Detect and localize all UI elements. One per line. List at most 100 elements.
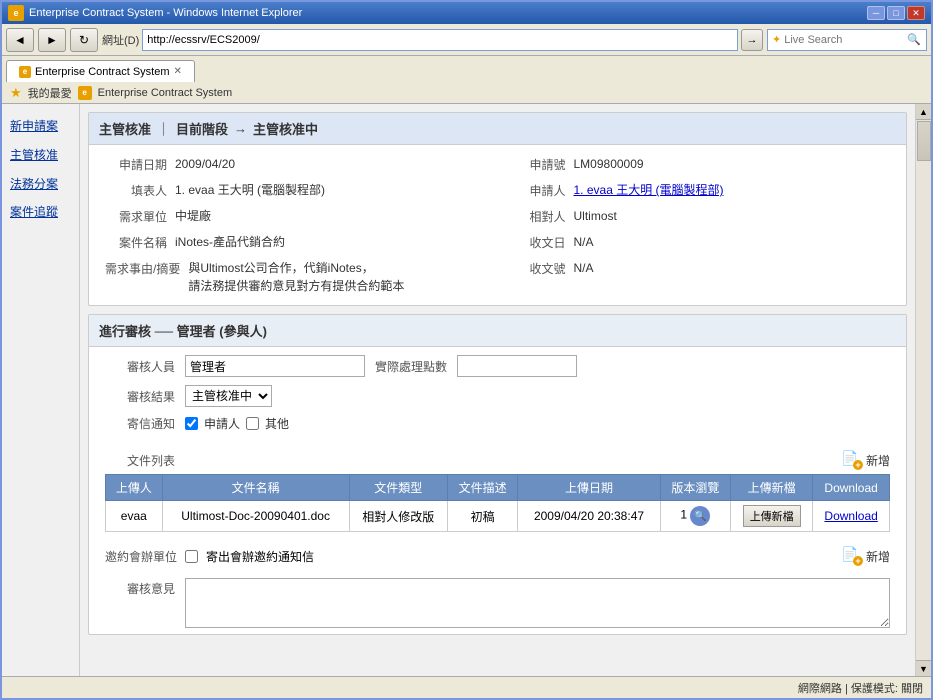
doc-add-label: 新增 bbox=[866, 452, 890, 469]
stage-label: 目前階段 bbox=[176, 119, 228, 138]
tab-close-icon[interactable]: ✕ bbox=[174, 66, 182, 77]
scroll-down-button[interactable]: ▼ bbox=[916, 660, 932, 676]
receive-date-label: 收文日 bbox=[504, 233, 574, 251]
favorites-bar: ★ 我的最愛 e Enterprise Contract System bbox=[2, 82, 931, 104]
form-grid: 申請日期 2009/04/20 申請號 LM09800009 填表人 1. ev… bbox=[89, 145, 906, 305]
notify-other-label: 其他 bbox=[265, 415, 289, 432]
live-search-icon: ✦ bbox=[772, 33, 781, 46]
apply-num-value: LM09800009 bbox=[574, 155, 644, 173]
doc-add-button[interactable]: 📄 + 新增 bbox=[841, 450, 890, 470]
apply-num-label: 申請號 bbox=[504, 155, 574, 173]
doc-table-header-row: 上傳人 文件名稱 文件類型 文件描述 上傳日期 版本瀏覽 上傳新檔 Downlo… bbox=[106, 475, 890, 501]
refresh-button[interactable]: ↻ bbox=[70, 28, 98, 52]
sidebar-item-case-tracking[interactable]: 案件追蹤 bbox=[2, 198, 79, 227]
address-label: 網址(D) bbox=[102, 32, 139, 48]
applicant-label: 申請人 bbox=[504, 181, 574, 199]
tabs-bar: e Enterprise Contract System ✕ bbox=[2, 56, 931, 82]
title-bar: e Enterprise Contract System - Windows I… bbox=[2, 2, 931, 24]
status-right: 網際網路 | 保護模式: 關閉 bbox=[798, 680, 923, 696]
scroll-track bbox=[916, 120, 931, 660]
counterpart-value: Ultimost bbox=[574, 207, 617, 225]
notify-label: 寄信通知 bbox=[105, 415, 175, 432]
doc-table-row: evaa Ultimost-Doc-20090401.doc 相對人修改版 初稿… bbox=[106, 501, 890, 532]
case-name-value: iNotes-產品代銷合約 bbox=[175, 233, 285, 251]
notify-applicant-checkbox[interactable] bbox=[185, 417, 198, 430]
applicant-cell: 申請人 1. evaa 王大明 (電腦製程部) bbox=[498, 177, 897, 203]
forward-button[interactable]: ► bbox=[38, 28, 66, 52]
notify-checkboxes: 申請人 其他 bbox=[185, 415, 289, 432]
cell-upload-new: 上傳新檔 bbox=[731, 501, 813, 532]
invite-add-button[interactable]: 📄 + 新增 bbox=[841, 546, 890, 566]
sidebar-item-new-application[interactable]: 新申請案 bbox=[2, 112, 79, 141]
audit-person-input[interactable] bbox=[185, 355, 365, 377]
comment-label: 審核意見 bbox=[105, 578, 175, 597]
tab-favicon: e bbox=[19, 66, 31, 78]
applicant-value[interactable]: 1. evaa 王大明 (電腦製程部) bbox=[574, 181, 724, 199]
audit-result-select[interactable]: 主管核准中 核准 退回 bbox=[185, 385, 272, 407]
notify-other-checkbox[interactable] bbox=[246, 417, 259, 430]
sidebar-item-legal-assignment[interactable]: 法務分案 bbox=[2, 170, 79, 199]
apply-date-value: 2009/04/20 bbox=[175, 155, 235, 173]
address-input[interactable] bbox=[142, 29, 738, 51]
section2-title: 進行審核 ── 管理者 (參與人) bbox=[99, 324, 267, 339]
invite-add-icon: 📄 + bbox=[841, 546, 863, 566]
approval-section: 主管核准 ｜ 目前階段 → 主管核准中 申請日期 2009/04/20 bbox=[88, 112, 907, 306]
reason-cell: 需求事由/摘要 與Ultimost公司合作，代銷iNotes， 請法務提供審約意… bbox=[99, 255, 498, 299]
minimize-button[interactable]: ─ bbox=[867, 6, 885, 20]
audit-person-label: 審核人員 bbox=[105, 358, 175, 375]
close-button[interactable]: ✕ bbox=[907, 6, 925, 20]
dept-value: 中堤廠 bbox=[175, 207, 211, 225]
apply-num-cell: 申請號 LM09800009 bbox=[498, 151, 897, 177]
invite-label: 邀約會辦單位 bbox=[105, 548, 177, 565]
sidebar-item-supervisor-approval[interactable]: 主管核准 bbox=[2, 141, 79, 170]
receive-num-value: N/A bbox=[574, 259, 594, 277]
apply-date-label: 申請日期 bbox=[105, 155, 175, 173]
cell-uploader: evaa bbox=[106, 501, 163, 532]
cell-filename: Ultimost-Doc-20090401.doc bbox=[162, 501, 349, 532]
search-button[interactable]: 🔍 bbox=[907, 33, 921, 46]
favorites-label[interactable]: 我的最愛 bbox=[28, 85, 72, 101]
version-view-icon[interactable]: 🔍 bbox=[690, 506, 710, 526]
col-version: 版本瀏覽 bbox=[660, 475, 731, 501]
dept-cell: 需求單位 中堤廠 bbox=[99, 203, 498, 229]
receive-num-cell: 收文號 N/A bbox=[498, 255, 897, 299]
scroll-thumb[interactable] bbox=[917, 121, 931, 161]
go-button[interactable]: → bbox=[741, 29, 763, 51]
apply-date-cell: 申請日期 2009/04/20 bbox=[99, 151, 498, 177]
upload-new-button[interactable]: 上傳新檔 bbox=[743, 505, 801, 527]
star-icon: ★ bbox=[10, 85, 22, 101]
filler-value: 1. evaa 王大明 (電腦製程部) bbox=[175, 181, 325, 199]
score-input[interactable] bbox=[457, 355, 577, 377]
fav-ecs-link[interactable]: Enterprise Contract System bbox=[98, 87, 233, 99]
sidebar: 新申請案 主管核准 法務分案 案件追蹤 bbox=[2, 104, 80, 676]
invite-row: 邀約會辦單位 寄出會辦邀約通知信 📄 + 新增 bbox=[89, 540, 906, 572]
title-bar-left: e Enterprise Contract System - Windows I… bbox=[8, 5, 302, 21]
window-title: Enterprise Contract System - Windows Int… bbox=[29, 7, 302, 19]
comment-textarea[interactable] bbox=[185, 578, 890, 628]
download-link[interactable]: Download bbox=[824, 509, 877, 523]
page-layout: 新申請案 主管核准 法務分案 案件追蹤 主管核准 ｜ 目前階段 → 主管核准中 bbox=[2, 104, 931, 676]
tab-ecs[interactable]: e Enterprise Contract System ✕ bbox=[6, 60, 195, 82]
maximize-button[interactable]: □ bbox=[887, 6, 905, 20]
invite-checkbox[interactable] bbox=[185, 550, 198, 563]
back-button[interactable]: ◄ bbox=[6, 28, 34, 52]
case-name-label: 案件名稱 bbox=[105, 233, 175, 251]
receive-date-value: N/A bbox=[574, 233, 594, 251]
stage-value: 主管核准中 bbox=[253, 119, 318, 138]
reason-value: 與Ultimost公司合作，代銷iNotes， 請法務提供審約意見對方有提供合約… bbox=[188, 259, 404, 295]
col-filename: 文件名稱 bbox=[162, 475, 349, 501]
tab-label: Enterprise Contract System bbox=[35, 66, 170, 78]
cell-description: 初稿 bbox=[447, 501, 518, 532]
section2-header: 進行審核 ── 管理者 (參與人) bbox=[89, 315, 906, 347]
col-uploader: 上傳人 bbox=[106, 475, 163, 501]
doc-add-icon: 📄 + bbox=[841, 450, 863, 470]
search-input[interactable] bbox=[784, 34, 904, 46]
address-bar-area: 網址(D) → bbox=[102, 29, 763, 51]
browser-content: 新申請案 主管核准 法務分案 案件追蹤 主管核准 ｜ 目前階段 → 主管核准中 bbox=[2, 104, 931, 676]
scroll-up-button[interactable]: ▲ bbox=[916, 104, 932, 120]
comment-row: 審核意見 bbox=[105, 578, 890, 628]
col-download: Download bbox=[813, 475, 890, 501]
invite-checkbox-label: 寄出會辦邀約通知信 bbox=[206, 548, 314, 565]
col-filetype: 文件類型 bbox=[349, 475, 447, 501]
audit-form: 審核人員 實際處理點數 審核結果 主管核准中 核准 退回 bbox=[89, 347, 906, 440]
